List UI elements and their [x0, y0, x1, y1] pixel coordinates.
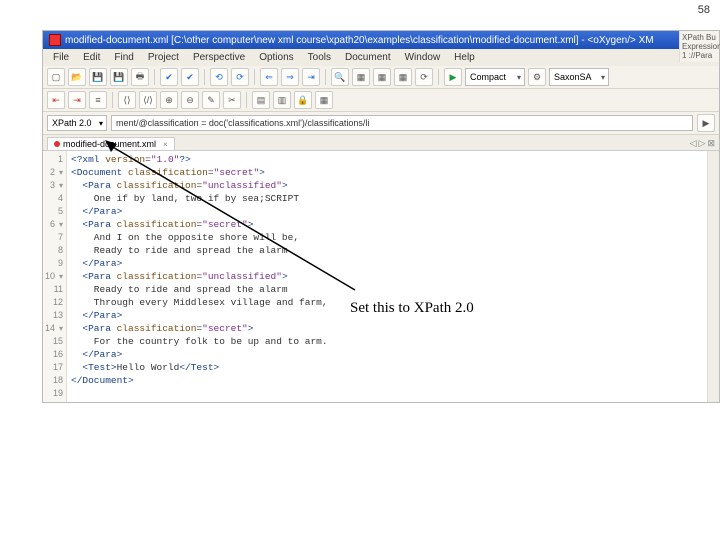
side-heading: XPath Bu: [682, 33, 717, 42]
menu-perspective[interactable]: Perspective: [187, 51, 251, 64]
format-icon[interactable]: ≡: [89, 91, 107, 109]
window-title: modified-document.xml [C:\other computer…: [65, 35, 654, 46]
line-num: 11: [43, 283, 63, 296]
xpath-input[interactable]: ment/@classification = doc('classificati…: [111, 115, 693, 131]
page-number: 58: [698, 4, 710, 16]
menu-file[interactable]: File: [47, 51, 75, 64]
modified-dot-icon: [54, 141, 60, 147]
debug-icon[interactable]: ⚙: [528, 68, 546, 86]
line-num: 16: [43, 348, 63, 361]
tool2-icon[interactable]: ▦: [373, 68, 391, 86]
menu-find[interactable]: Find: [108, 51, 139, 64]
menu-help[interactable]: Help: [448, 51, 481, 64]
tab-next-icon[interactable]: ▷: [699, 138, 706, 149]
line-num: 2▾: [43, 166, 63, 179]
tab-prev-icon[interactable]: ◁: [690, 138, 697, 149]
save-icon[interactable]: 💾: [89, 68, 107, 86]
check2-icon[interactable]: ✔: [181, 68, 199, 86]
run-icon[interactable]: ▶: [444, 68, 462, 86]
tab-close-icon[interactable]: ⊠: [707, 138, 715, 149]
menu-window[interactable]: Window: [399, 51, 447, 64]
annotation-text: Set this to XPath 2.0: [350, 300, 474, 317]
search-icon[interactable]: 🔍: [331, 68, 349, 86]
separator: [254, 69, 255, 85]
elem1-icon[interactable]: ⟨⟩: [118, 91, 136, 109]
annotation-arrow: [105, 140, 365, 310]
menu-project[interactable]: Project: [142, 51, 185, 64]
print-icon[interactable]: 🖶: [131, 68, 149, 86]
xpath-bar: XPath 2.0 ment/@classification = doc('cl…: [43, 112, 719, 135]
app-icon: [49, 34, 61, 46]
line-num: 19: [43, 387, 63, 400]
tab-nav: ◁ ▷ ⊠: [690, 138, 715, 149]
line-num: 10▾: [43, 270, 63, 283]
gutter: 1 2▾ 3▾ 4 5 6▾ 7 8 9 10▾ 11 12 13 14▾ 15…: [43, 151, 67, 402]
line-num: 12: [43, 296, 63, 309]
line-num: 1: [43, 153, 63, 166]
line-num: 7: [43, 231, 63, 244]
scrollbar[interactable]: [707, 151, 719, 402]
toolbar-second: ⇤ ⇥ ≡ ⟨⟩ ⟨/⟩ ⊕ ⊖ ✎ ✂ ▤ ▥ 🔒 ▦: [43, 89, 719, 112]
lock-icon[interactable]: 🔒: [294, 91, 312, 109]
line-num: 5: [43, 205, 63, 218]
check-icon[interactable]: ✔: [160, 68, 178, 86]
undo-icon[interactable]: ⟲: [210, 68, 228, 86]
separator: [112, 92, 113, 108]
xpath-go-icon[interactable]: ▶: [697, 114, 715, 132]
separator: [438, 69, 439, 85]
menu-tools[interactable]: Tools: [302, 51, 337, 64]
toolbar-main: ▢ 📂 💾 💾 🖶 ✔ ✔ ⟲ ⟳ ⇐ ⇒ ⇥ 🔍 ▦ ▦ ▦ ⟳ ▶ Comp…: [43, 66, 719, 89]
side-panel: XPath Bu Expression 1 ://Para: [679, 31, 719, 62]
engine-combo[interactable]: SaxonSA: [549, 68, 609, 86]
open-icon[interactable]: 📂: [68, 68, 86, 86]
separator: [204, 69, 205, 85]
indent-left-icon[interactable]: ⇤: [47, 91, 65, 109]
grid-icon[interactable]: ▦: [315, 91, 333, 109]
separator: [246, 92, 247, 108]
line-num: 18: [43, 374, 63, 387]
back-icon[interactable]: ⇐: [260, 68, 278, 86]
separator: [154, 69, 155, 85]
separator: [325, 69, 326, 85]
forward-icon[interactable]: ⇒: [281, 68, 299, 86]
scenario-combo[interactable]: Compact: [465, 68, 525, 86]
tool3-icon[interactable]: ▦: [394, 68, 412, 86]
tool1-icon[interactable]: ▦: [352, 68, 370, 86]
new-icon[interactable]: ▢: [47, 68, 65, 86]
elem3-icon[interactable]: ⊕: [160, 91, 178, 109]
saveall-icon[interactable]: 💾: [110, 68, 128, 86]
elem5-icon[interactable]: ✎: [202, 91, 220, 109]
line-num: 6▾: [43, 218, 63, 231]
elem6-icon[interactable]: ✂: [223, 91, 241, 109]
line-num: 4: [43, 192, 63, 205]
side-row[interactable]: 1 ://Para: [682, 51, 717, 60]
line-num: 8: [43, 244, 63, 257]
line-num: 14▾: [43, 322, 63, 335]
side-heading2: Expression: [682, 42, 717, 51]
elem2-icon[interactable]: ⟨/⟩: [139, 91, 157, 109]
line-num: 17: [43, 361, 63, 374]
last-icon[interactable]: ⇥: [302, 68, 320, 86]
view2-icon[interactable]: ▥: [273, 91, 291, 109]
line-num: 3▾: [43, 179, 63, 192]
line-num: 13: [43, 309, 63, 322]
menubar: File Edit Find Project Perspective Optio…: [43, 49, 719, 66]
redo-icon[interactable]: ⟳: [231, 68, 249, 86]
menu-document[interactable]: Document: [339, 51, 397, 64]
indent-right-icon[interactable]: ⇥: [68, 91, 86, 109]
xpath-version-combo[interactable]: XPath 2.0: [47, 115, 107, 131]
elem4-icon[interactable]: ⊖: [181, 91, 199, 109]
line-num: 15: [43, 335, 63, 348]
refresh-icon[interactable]: ⟳: [415, 68, 433, 86]
line-num: 9: [43, 257, 63, 270]
menu-edit[interactable]: Edit: [77, 51, 106, 64]
menu-options[interactable]: Options: [253, 51, 299, 64]
view1-icon[interactable]: ▤: [252, 91, 270, 109]
titlebar: modified-document.xml [C:\other computer…: [43, 31, 719, 49]
